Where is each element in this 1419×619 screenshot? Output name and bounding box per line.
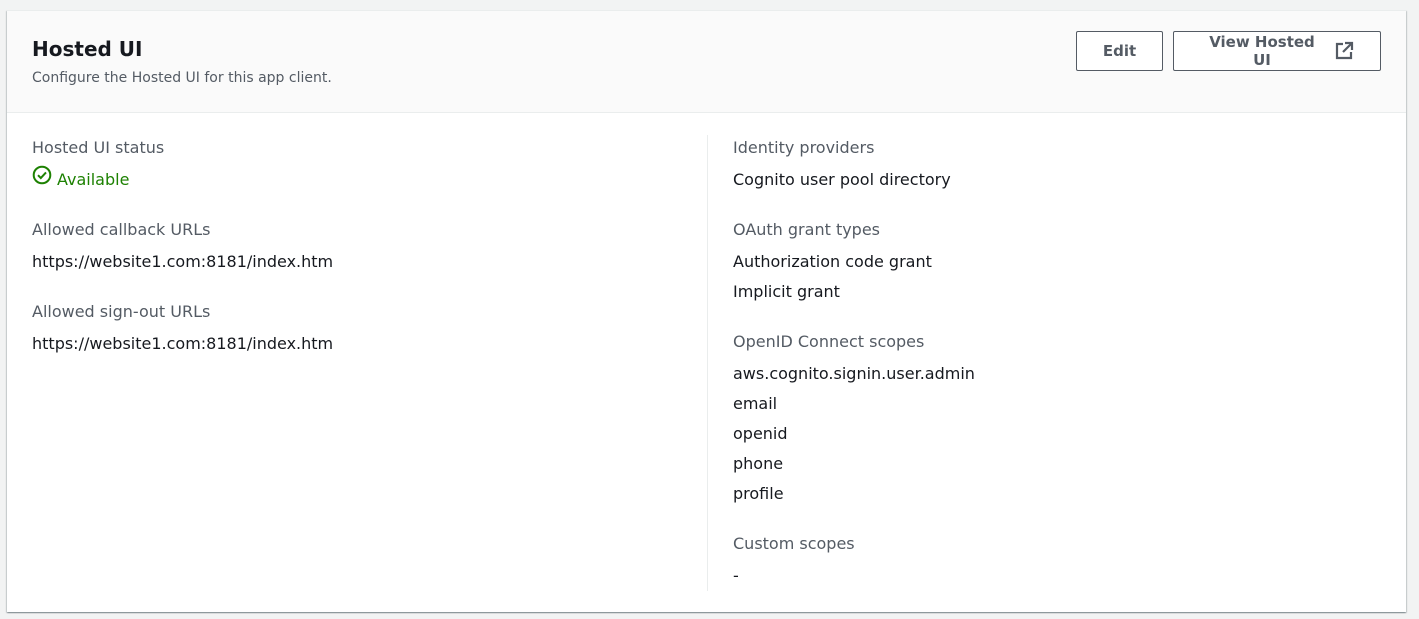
hosted-ui-panel: Hosted UI Configure the Hosted UI for th… xyxy=(7,10,1406,612)
field-value: email xyxy=(733,394,778,413)
custom-scopes-field: Custom scopes - xyxy=(733,531,1373,591)
field-value: aws.cognito.signin.user.admin xyxy=(733,364,975,383)
field-label: OAuth grant types xyxy=(733,220,881,239)
field-value: Implicit grant xyxy=(733,282,840,301)
oauth-grant-types-field: OAuth grant types Authorization code gra… xyxy=(733,217,1373,307)
status-indicator: Available xyxy=(32,165,672,195)
field-value: openid xyxy=(733,424,788,443)
check-circle-icon xyxy=(32,165,57,195)
field-value: phone xyxy=(733,454,784,473)
edit-button-label: Edit xyxy=(1102,42,1137,60)
field-label: Custom scopes xyxy=(733,534,855,553)
openid-scopes-field: OpenID Connect scopes aws.cognito.signin… xyxy=(733,329,1373,509)
right-column: Identity providers Cognito user pool dir… xyxy=(733,135,1373,613)
field-label: Identity providers xyxy=(733,138,875,157)
external-link-icon xyxy=(1334,41,1354,61)
status-value: Available xyxy=(57,170,130,189)
field-value: profile xyxy=(733,484,784,503)
callback-urls-field: Allowed callback URLs https://website1.c… xyxy=(32,217,672,277)
field-label: Allowed sign-out URLs xyxy=(32,302,211,321)
field-value: - xyxy=(733,566,739,585)
field-value: https://website1.com:8181/index.htm xyxy=(32,334,334,353)
header-actions: Edit View Hosted UI xyxy=(1076,31,1381,71)
column-divider xyxy=(707,135,708,591)
field-label: OpenID Connect scopes xyxy=(733,332,925,351)
panel-body: Hosted UI status Available Allowed callb… xyxy=(7,113,1406,613)
edit-button[interactable]: Edit xyxy=(1076,31,1163,71)
field-value: Cognito user pool directory xyxy=(733,170,951,189)
field-label: Hosted UI status xyxy=(32,138,165,157)
panel-title: Hosted UI xyxy=(32,37,143,61)
field-label: Allowed callback URLs xyxy=(32,220,211,239)
field-value: https://website1.com:8181/index.htm xyxy=(32,252,334,271)
field-value: Authorization code grant xyxy=(733,252,932,271)
panel-description: Configure the Hosted UI for this app cli… xyxy=(32,70,332,86)
signout-urls-field: Allowed sign-out URLs https://website1.c… xyxy=(32,299,672,359)
view-hosted-ui-label: View Hosted UI xyxy=(1209,33,1315,69)
hosted-ui-status-field: Hosted UI status Available xyxy=(32,135,672,195)
panel-header: Hosted UI Configure the Hosted UI for th… xyxy=(7,11,1406,113)
identity-providers-field: Identity providers Cognito user pool dir… xyxy=(733,135,1373,195)
left-column: Hosted UI status Available Allowed callb… xyxy=(32,135,672,381)
view-hosted-ui-button[interactable]: View Hosted UI xyxy=(1173,31,1381,71)
